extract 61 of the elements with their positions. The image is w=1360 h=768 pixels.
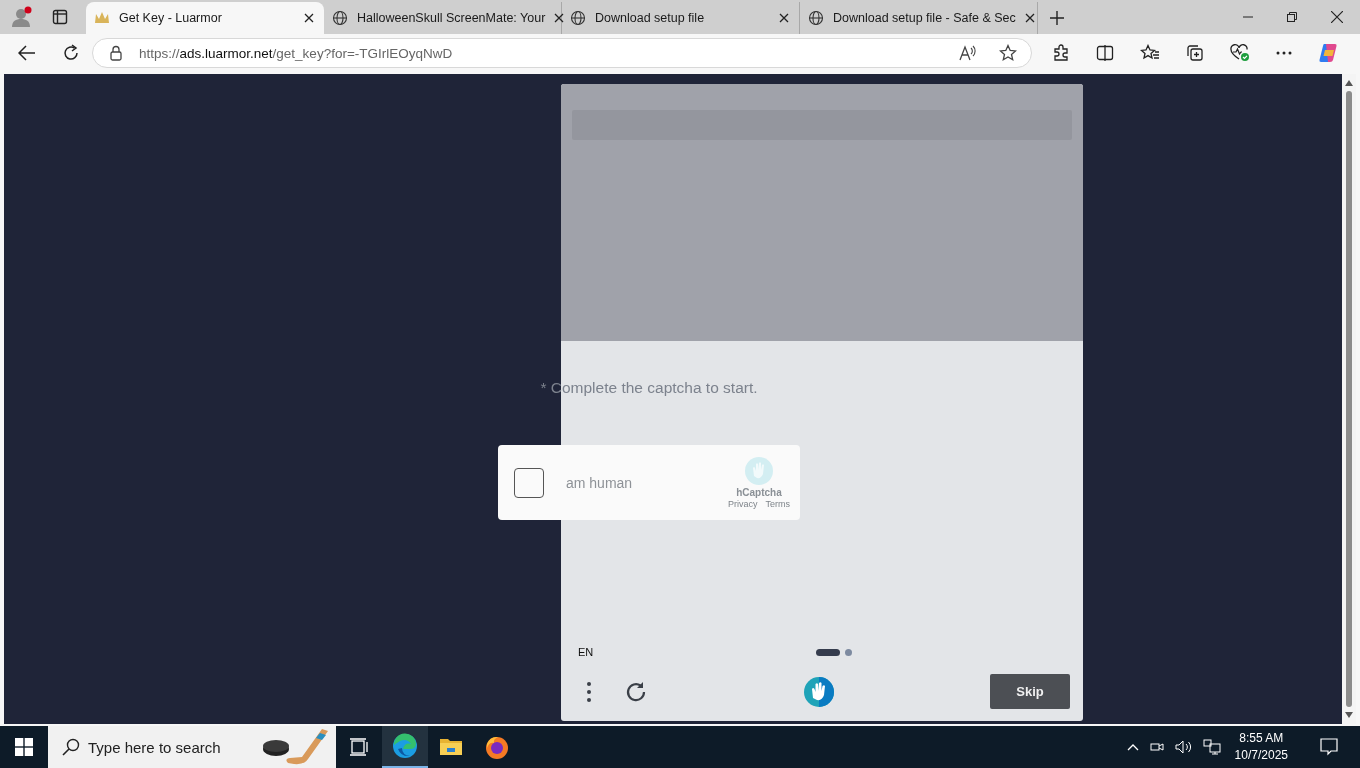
date-text: 10/7/2025 [1234,747,1288,764]
footer-link[interactable]: Privacy [728,499,758,509]
taskbar-app[interactable] [382,726,428,768]
browser-tab[interactable]: Get Key - Luarmor [86,2,324,34]
scroll-down-icon[interactable] [1345,712,1353,718]
close-icon[interactable] [779,13,789,23]
star-icon[interactable] [999,44,1017,62]
folder-icon [439,737,463,757]
refresh-icon[interactable] [62,44,80,62]
browser-icon [392,733,418,759]
split-screen-icon[interactable] [1096,44,1114,62]
language-selector[interactable]: EN [578,646,598,658]
time-text: 8:55 AM [1239,730,1284,747]
task-view-icon [349,738,369,756]
menu-icon[interactable] [586,680,592,703]
network-icon[interactable] [1202,739,1221,755]
restore-icon[interactable] [1287,12,1297,22]
close-icon[interactable] [1331,11,1343,23]
hand-logo-icon [744,456,774,486]
windows-logo-icon [15,738,33,756]
tab-title: HalloweenSkull ScreenMate: Your [357,11,546,25]
browser-tab[interactable]: Download setup file - Safe & Sec [800,2,1038,34]
fox-browser-icon [484,734,510,760]
notification-icon[interactable] [1320,738,1338,756]
globe-icon [332,10,348,26]
globe-icon [570,10,586,26]
close-icon[interactable] [554,13,565,23]
captcha-checkbox[interactable] [514,467,544,498]
tab-title: Download setup file - Safe & Sec [833,11,1016,25]
globe-icon [808,10,824,26]
more-icon[interactable] [1276,51,1292,55]
heart-pulse-icon[interactable] [1230,44,1250,62]
brand-name: hCaptcha [736,487,782,498]
favorites-icon[interactable] [1140,44,1160,62]
search-icon [62,738,80,756]
new-tab-icon[interactable] [1050,11,1064,25]
scroll-up-icon[interactable] [1345,80,1353,86]
address-bar[interactable]: https://ads.luarmor.net/get_key?for=-TGIrlEOyqNwD [92,38,1032,68]
footer-link[interactable]: Terms [765,499,790,509]
skip-button[interactable]: Skip [990,674,1070,709]
crown-icon [94,10,110,26]
browser-tab[interactable]: HalloweenSkull ScreenMate: Your [324,2,562,34]
chevron-up-icon[interactable] [1126,743,1139,751]
taskbar-search-field[interactable]: Type here to search [48,726,336,768]
speaker-icon[interactable] [1174,739,1193,755]
browser-tab[interactable]: Download setup file [562,2,800,34]
clock[interactable]: 8:55 AM 10/7/2025 [1234,730,1288,764]
checkbox-label: am human [566,474,633,491]
hockey-drawing [260,729,330,765]
puzzle-icon[interactable] [1052,44,1070,62]
tab-title: Get Key - Luarmor [119,11,223,25]
back-icon[interactable] [18,44,36,62]
hand-logo-icon [803,675,835,708]
search-input[interactable]: Type here to search [88,738,252,756]
read-aloud-icon[interactable] [959,45,977,61]
tab-title: Download setup file [595,11,706,25]
url-text: https://ads.luarmor.net/get_key?for=-TGIrlEOyqNwD [139,45,453,61]
collections-icon[interactable] [1186,44,1204,62]
lock-icon [109,45,123,61]
close-icon[interactable] [304,13,314,23]
close-icon[interactable] [1024,13,1035,23]
